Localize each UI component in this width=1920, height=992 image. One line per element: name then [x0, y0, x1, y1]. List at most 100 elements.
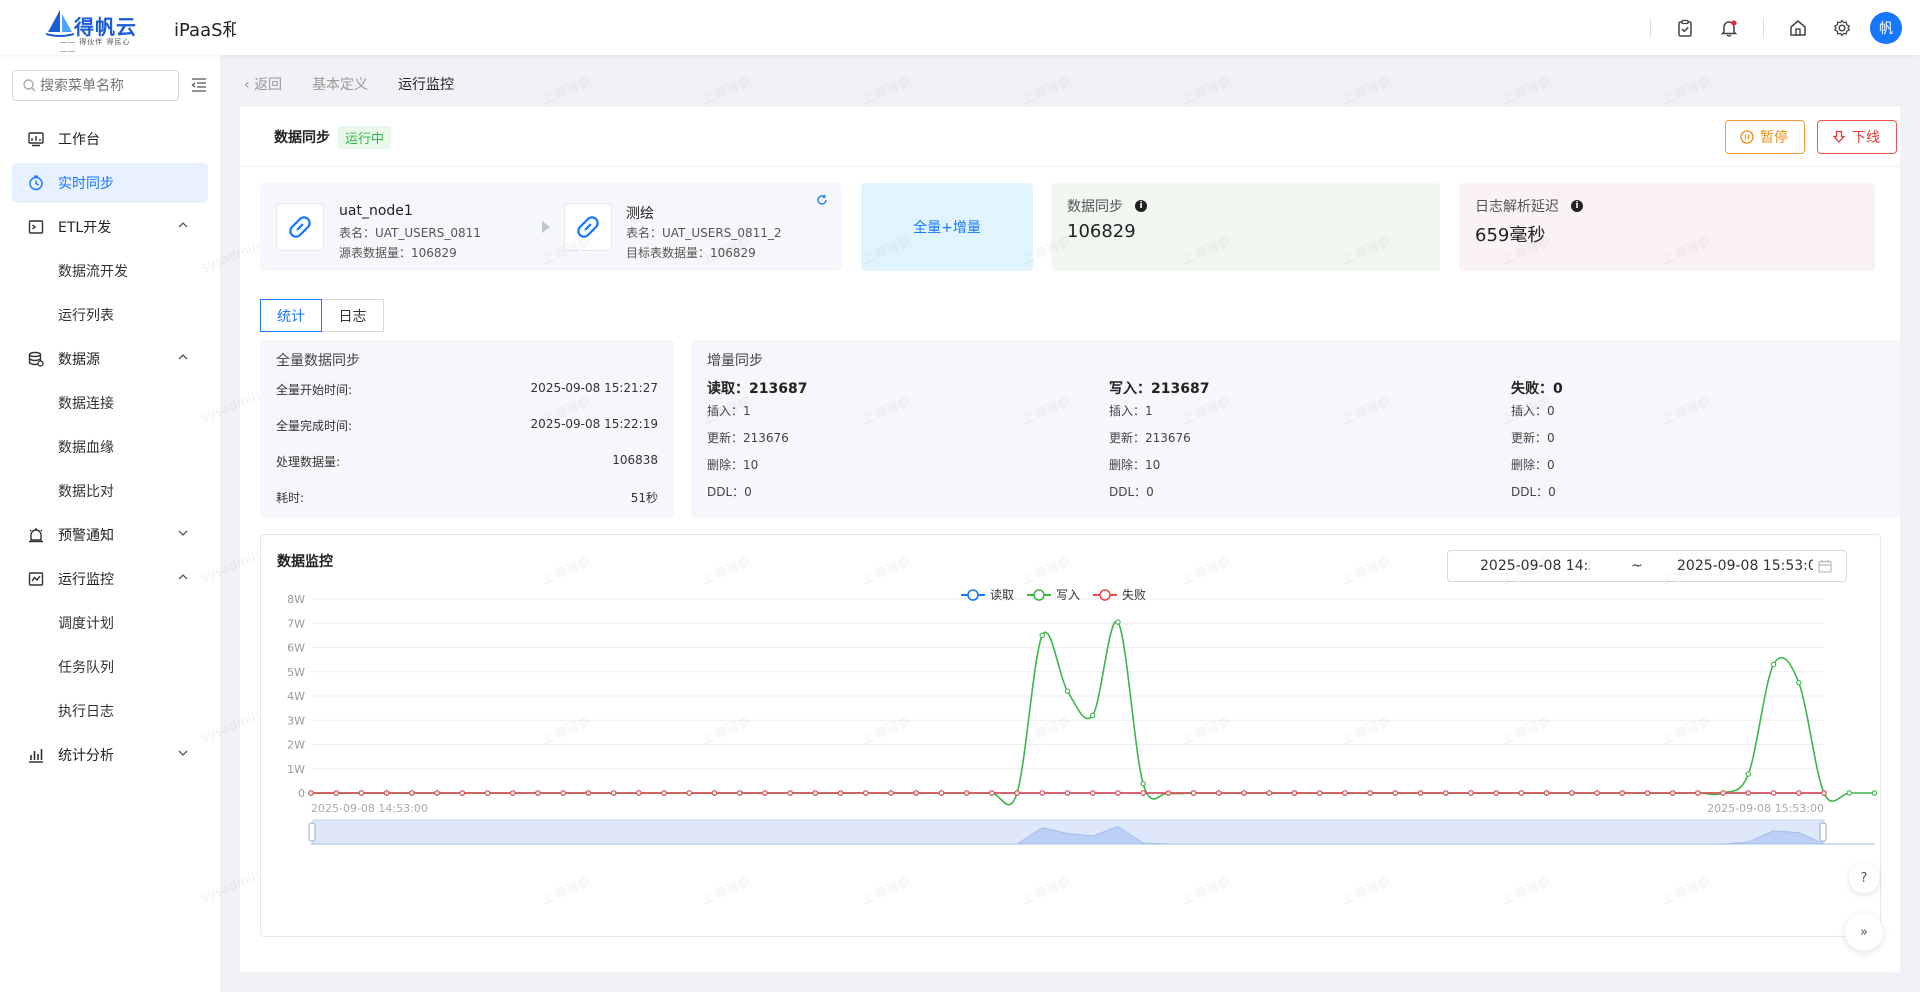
kpi-label: 数据同步 i [1067, 196, 1147, 216]
series-point [1089, 790, 1096, 796]
incremental-write-col: 写入：213687 插入：1 更新：213676 删除：10 DDL：0 [1109, 378, 1209, 506]
sidebar-item-realtime-sync[interactable]: 实时同步 [12, 163, 208, 203]
series-point [535, 790, 541, 796]
sidebar-item-workbench[interactable]: 工作台 [12, 119, 208, 159]
sidebar-group-etl[interactable]: ETL开发 [12, 207, 208, 247]
read-total-value: 213687 [749, 381, 808, 397]
database-icon [28, 351, 44, 367]
breadcrumb-basic-def[interactable]: 基本定义 [312, 74, 368, 94]
series-point [1443, 790, 1449, 796]
refresh-icon[interactable] [816, 191, 828, 210]
sidebar-item-run-list[interactable]: 运行列表 [12, 295, 208, 335]
status-badge: 运行中 [338, 126, 392, 149]
brand-logo[interactable]: 得帆云 —— 得伙伴 得民心 —— [46, 8, 146, 55]
chevron-down-icon [178, 750, 188, 756]
tab-log[interactable]: 日志 [322, 299, 384, 332]
info-icon[interactable]: i [1571, 200, 1583, 212]
target-count: 目标表数据量：106829 [626, 246, 756, 260]
write-delete: 删除：10 [1109, 458, 1161, 472]
expand-double-arrow-icon[interactable]: » [1845, 913, 1883, 951]
series-point [1669, 790, 1676, 796]
flow-arrow-icon [542, 221, 550, 233]
stats-icon [29, 749, 43, 763]
breadcrumb-back[interactable]: ‹ 返回 [244, 74, 282, 94]
settings-gear-icon[interactable] [1832, 18, 1852, 38]
series-point [1745, 790, 1752, 796]
collapse-sidebar-icon[interactable] [191, 77, 207, 96]
menu-search-input[interactable] [40, 77, 170, 94]
series-point [1770, 661, 1777, 668]
fail-insert: 插入：0 [1511, 404, 1555, 418]
read-ddl: DDL：0 [707, 485, 752, 499]
y-tick-label: 1W [287, 763, 305, 776]
series-point [1468, 790, 1474, 796]
help-icon[interactable]: ? [1849, 863, 1879, 893]
header-actions: 帆 [1626, 12, 1902, 44]
sidebar-item-label: 数据比对 [58, 484, 114, 500]
fail-total-value: 0 [1553, 381, 1563, 397]
kpi-label-text: 数据同步 [1067, 199, 1123, 215]
series-point [333, 790, 339, 796]
series-point [1796, 679, 1802, 686]
row-value: 2025-09-08 15:21:27 [530, 381, 658, 395]
series-point [1266, 790, 1272, 796]
sidebar-item-label: 调度计划 [58, 616, 114, 632]
x-start-label: 2025-09-08 14:53:00 [311, 802, 428, 815]
write-title: 写入： [1109, 381, 1151, 397]
sidebar-group-alerts[interactable]: 预警通知 [12, 515, 208, 555]
kpi-label: 日志解析延迟 i [1475, 196, 1583, 216]
sidebar-item-label: 数据血缘 [58, 440, 114, 456]
todo-clipboard-icon[interactable] [1675, 18, 1695, 38]
notification-bell-icon[interactable] [1719, 18, 1739, 38]
legend-label: 写入 [1056, 588, 1080, 602]
series-point [1115, 619, 1121, 625]
series-point [1115, 790, 1121, 796]
series-point [863, 790, 869, 796]
sidebar-group-run-monitor[interactable]: 运行监控 [12, 559, 208, 599]
row-value: 106838 [612, 453, 658, 467]
task-title: 数据同步 [274, 130, 330, 146]
series-point [1216, 790, 1222, 796]
home-icon[interactable] [1788, 18, 1808, 38]
offline-button[interactable]: 下线 [1817, 120, 1897, 154]
data-monitor-panel: 数据监控 2025-09-08 14:53:0 ~ 2025-09-08 15:… [260, 534, 1881, 937]
sidebar-group-stats[interactable]: 统计分析 [12, 735, 208, 775]
sidebar-item-dataflow-dev[interactable]: 数据流开发 [12, 251, 208, 291]
sidebar-item-data-compare[interactable]: 数据比对 [12, 471, 208, 511]
row-value: 2025-09-08 15:22:19 [530, 417, 658, 431]
task-header: 数据同步 运行中 暂停 下线 [240, 107, 1900, 167]
series-point [1089, 712, 1096, 719]
pause-button[interactable]: 暂停 [1725, 120, 1805, 154]
sidebar-item-exec-log[interactable]: 执行日志 [12, 691, 208, 731]
menu-search[interactable] [12, 70, 179, 101]
read-update: 更新：213676 [707, 431, 789, 445]
series-point [459, 790, 466, 796]
series-point [610, 790, 617, 796]
logo-text: 得帆云 [74, 15, 137, 39]
info-icon[interactable]: i [1135, 200, 1147, 212]
series-point [1720, 790, 1726, 796]
legend-marker [1099, 589, 1111, 601]
series-point [762, 790, 768, 796]
user-avatar[interactable]: 帆 [1870, 12, 1902, 44]
series-point [1796, 790, 1802, 796]
series-point [560, 790, 566, 796]
sidebar-item-data-lineage[interactable]: 数据血缘 [12, 427, 208, 467]
sidebar-item-label: 实时同步 [58, 176, 114, 192]
sidebar-item-schedule-plan[interactable]: 调度计划 [12, 603, 208, 643]
series-point [1039, 790, 1046, 796]
series-point [1770, 790, 1777, 796]
sidebar-group-datasource[interactable]: 数据源 [12, 339, 208, 379]
app-name: iPaaS和 [174, 20, 236, 41]
sidebar-item-label: 任务队列 [58, 660, 114, 676]
fail-update: 更新：0 [1511, 431, 1555, 445]
kpi-data-sync: 数据同步 i 106829 [1051, 183, 1440, 271]
full-sync-title: 全量数据同步 [276, 353, 360, 369]
chevron-up-icon [178, 222, 188, 228]
series-point [1543, 790, 1550, 796]
breadcrumb: ‹ 返回 基本定义 运行监控 [244, 74, 484, 94]
sidebar-item-data-connection[interactable]: 数据连接 [12, 383, 208, 423]
monitor-line-chart: 0 1W 2W 3W 4W 5W 6W 7W 8W 2025-09-08 14:53:00 2025… [287, 587, 1878, 845]
tab-stats[interactable]: 统计 [260, 299, 322, 332]
sidebar-item-task-queue[interactable]: 任务队列 [12, 647, 208, 687]
